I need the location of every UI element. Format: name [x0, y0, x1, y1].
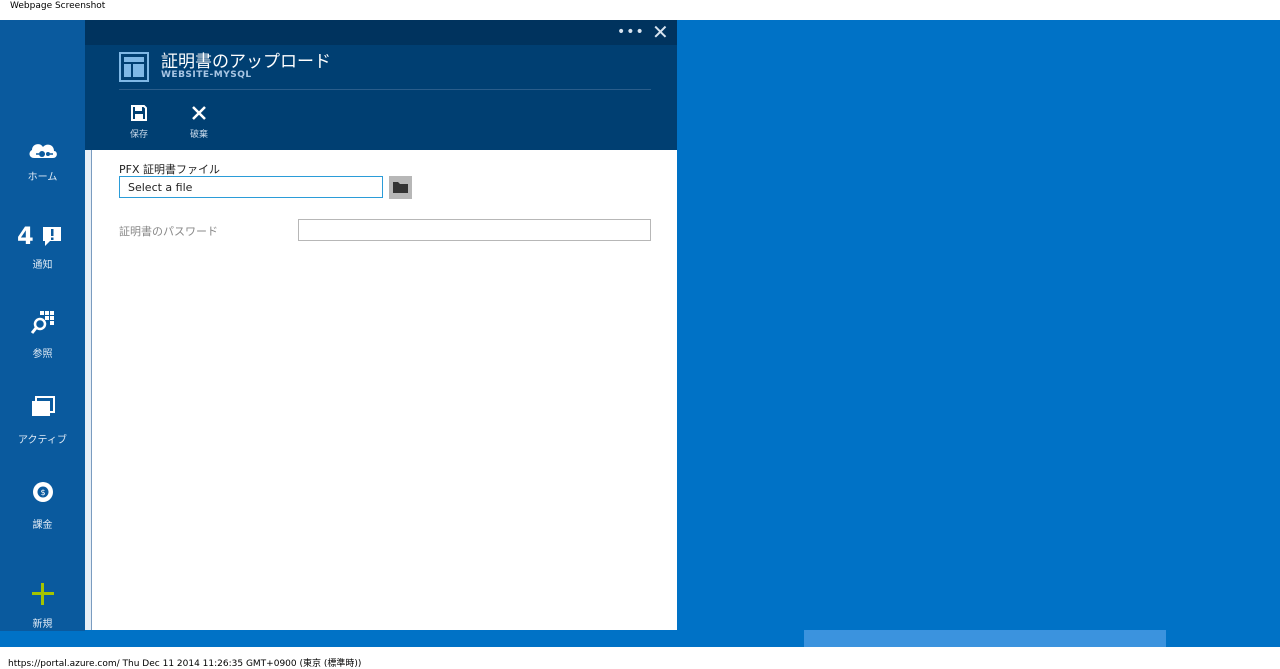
close-icon[interactable]: ✕	[652, 22, 669, 42]
horizontal-scrollbar-thumb[interactable]	[804, 630, 1166, 647]
folder-icon	[393, 182, 408, 193]
more-options-icon[interactable]: •••	[617, 24, 645, 40]
sidebar-item-billing[interactable]: $ 課金	[0, 480, 85, 531]
file-select-input[interactable]: Select a file	[119, 176, 383, 198]
notification-count: 4	[17, 222, 34, 250]
discard-button[interactable]: 破棄	[179, 105, 219, 140]
save-button[interactable]: 保存	[119, 105, 159, 140]
password-input[interactable]	[298, 219, 651, 241]
discard-icon	[192, 106, 206, 120]
browse-icon	[30, 311, 54, 334]
blade-left-edge	[85, 150, 92, 630]
blade-bottom-bar	[85, 631, 677, 647]
sidebar-item-label: アクティブ	[18, 435, 67, 446]
save-label: 保存	[129, 130, 148, 140]
window-title: Webpage Screenshot	[10, 1, 106, 11]
status-bar: https://portal.azure.com/ Thu Dec 11 201…	[0, 647, 1280, 669]
sidebar-item-browse[interactable]: 参照	[0, 309, 85, 360]
windows-icon	[31, 396, 55, 416]
plus-icon	[32, 583, 54, 605]
discard-label: 破棄	[189, 130, 208, 140]
billing-icon: $	[32, 482, 53, 502]
header-divider	[119, 89, 651, 90]
sidebar-item-active[interactable]: アクティブ	[0, 395, 85, 446]
blade-title: 証明書のアップロード	[161, 52, 331, 72]
blade-icon	[119, 52, 149, 82]
sidebar-item-label: 課金	[32, 520, 53, 531]
sidebar-item-label: 参照	[32, 349, 53, 360]
blade-subtitle: WEBSITE-MYSQL	[161, 70, 252, 80]
sidebar-item-notifications[interactable]: 4 通知	[0, 222, 85, 271]
upload-certificate-blade: ••• ✕ 証明書のアップロード WEBSITE-MYSQL 保存 破棄 PFX…	[85, 20, 677, 630]
blade-top-strip	[85, 20, 677, 45]
save-icon	[131, 105, 147, 121]
browse-file-button[interactable]	[389, 176, 412, 199]
svg-text:$: $	[40, 488, 45, 497]
cloud-icon	[29, 144, 57, 158]
sidebar-new-button[interactable]: 新規	[0, 563, 85, 631]
status-text: https://portal.azure.com/ Thu Dec 11 201…	[8, 659, 362, 669]
sidebar-item-home[interactable]: ホーム	[0, 138, 85, 183]
sidebar-new-label: 新規	[32, 619, 53, 630]
sidebar: ホーム 4 通知 参照 アクティブ $ 課金	[0, 20, 85, 631]
sidebar-item-label: 通知	[32, 260, 53, 271]
notification-icon	[43, 227, 61, 246]
window-title-bar: Webpage Screenshot	[0, 0, 1280, 20]
blade-header: ••• ✕ 証明書のアップロード WEBSITE-MYSQL 保存 破棄	[85, 20, 677, 150]
pfx-file-label: PFX 証明書ファイル	[119, 163, 220, 176]
password-label: 証明書のパスワード	[119, 225, 218, 238]
sidebar-item-label: ホーム	[27, 172, 58, 183]
